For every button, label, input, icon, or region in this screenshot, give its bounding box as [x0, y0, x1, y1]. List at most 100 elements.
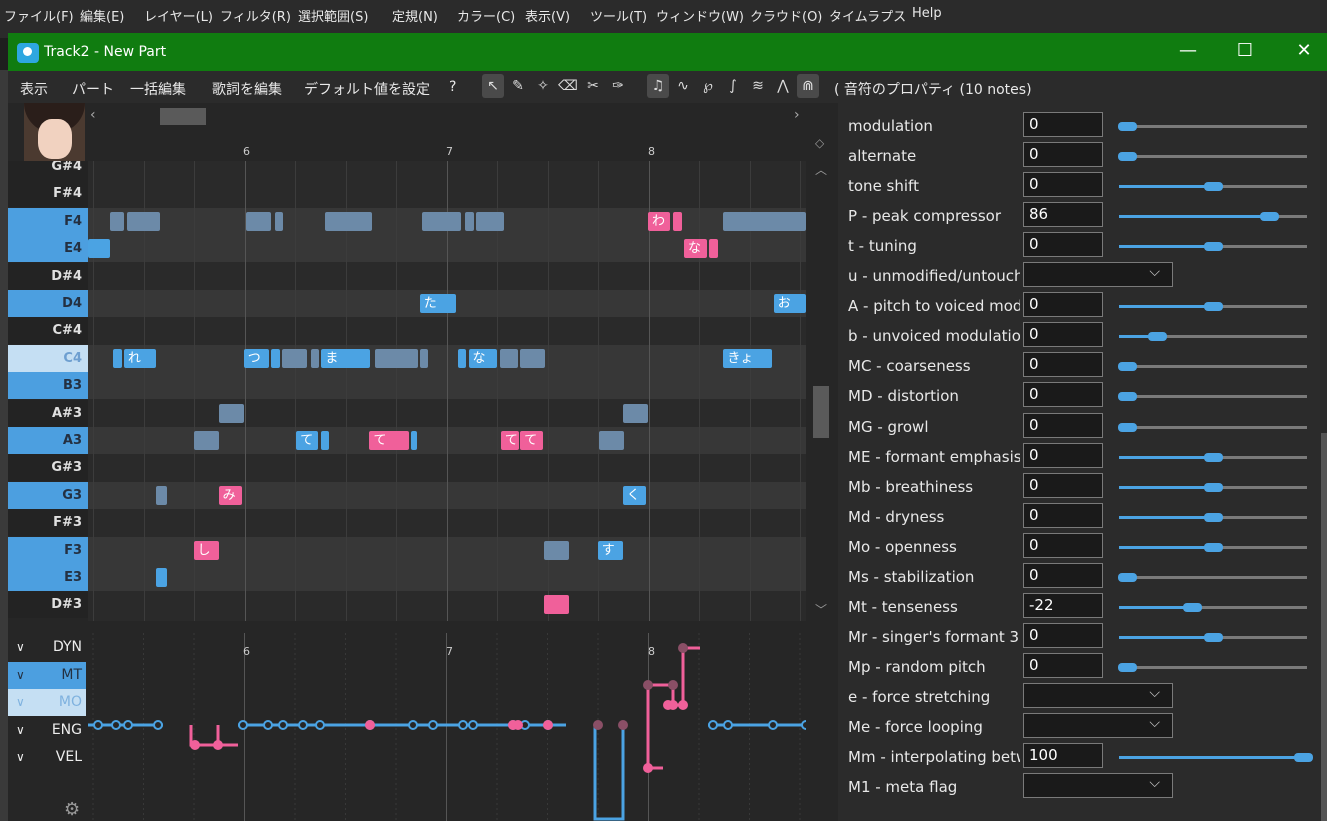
slider-knob[interactable]: [1117, 422, 1137, 432]
property-value-field[interactable]: 0: [1023, 532, 1103, 558]
note[interactable]: [464, 211, 474, 231]
note[interactable]: [543, 595, 570, 615]
property-slider[interactable]: [1119, 753, 1314, 763]
toolbar-menu-item[interactable]: 歌詞を編集: [212, 79, 282, 99]
diamond-icon[interactable]: ◇: [815, 136, 824, 150]
automation-curve[interactable]: 6 7 8: [88, 633, 806, 821]
slider-knob[interactable]: [1204, 512, 1223, 522]
slider-knob[interactable]: [1294, 753, 1314, 763]
control-point[interactable]: [263, 720, 273, 730]
control-point[interactable]: [663, 700, 673, 710]
property-value-field[interactable]: 86: [1023, 202, 1103, 228]
note[interactable]: [324, 211, 372, 231]
property-value-field[interactable]: 0: [1023, 502, 1103, 528]
piano-key[interactable]: G#4: [8, 161, 88, 180]
note[interactable]: [156, 485, 167, 505]
app-menu-item[interactable]: 編集(E): [80, 6, 124, 25]
property-slider[interactable]: [1119, 482, 1307, 492]
scroll-left-icon[interactable]: ‹: [90, 107, 96, 123]
slider-knob[interactable]: [1204, 452, 1223, 462]
eraser-icon[interactable]: ⌫: [557, 74, 579, 98]
property-value-field[interactable]: 0: [1023, 382, 1103, 408]
note[interactable]: て: [369, 431, 409, 450]
curve-icon[interactable]: ∫: [722, 74, 744, 98]
note[interactable]: [271, 348, 280, 368]
note[interactable]: [245, 211, 272, 231]
property-slider[interactable]: [1119, 212, 1307, 222]
toolbar-menu-item[interactable]: ?: [449, 79, 456, 95]
property-dropdown[interactable]: ⌵: [1023, 713, 1173, 738]
note[interactable]: [127, 211, 160, 231]
app-menu-item[interactable]: ファイル(F): [4, 6, 74, 25]
property-slider[interactable]: [1117, 662, 1307, 672]
note[interactable]: お: [773, 294, 806, 313]
note[interactable]: れ: [123, 348, 157, 368]
note[interactable]: み: [218, 485, 242, 505]
slider-knob[interactable]: [1204, 302, 1223, 312]
property-dropdown[interactable]: ⌵: [1023, 682, 1173, 708]
control-point[interactable]: [428, 720, 438, 730]
control-point[interactable]: [708, 720, 718, 730]
property-value-field[interactable]: 0: [1023, 112, 1103, 137]
property-slider[interactable]: [1117, 572, 1307, 582]
property-value-field[interactable]: 0: [1023, 142, 1103, 168]
control-point[interactable]: [768, 720, 778, 730]
note[interactable]: て: [296, 431, 318, 450]
property-slider[interactable]: [1119, 542, 1307, 552]
property-slider[interactable]: [1119, 182, 1307, 192]
note[interactable]: [709, 239, 718, 259]
lasso-icon[interactable]: ⋀: [772, 74, 794, 98]
singer-avatar[interactable]: [24, 103, 85, 161]
note[interactable]: [411, 431, 418, 450]
note[interactable]: [281, 348, 307, 368]
app-menu-item[interactable]: タイムラプス: [829, 6, 906, 25]
property-slider[interactable]: [1119, 302, 1307, 312]
controller-lane-eng[interactable]: ∨ ENG: [8, 717, 86, 744]
app-menu-item[interactable]: ツール(T): [590, 6, 647, 25]
chevron-down-icon[interactable]: ⌵: [1149, 715, 1160, 731]
note[interactable]: わ: [648, 211, 670, 231]
properties-scrollbar[interactable]: [1321, 433, 1327, 821]
property-value-field[interactable]: 0: [1023, 562, 1103, 588]
app-menu-item[interactable]: 選択範囲(S): [298, 6, 368, 25]
note[interactable]: [193, 431, 219, 450]
note[interactable]: [320, 431, 330, 450]
property-value-field[interactable]: 0: [1023, 442, 1103, 468]
property-value-field[interactable]: 100: [1023, 743, 1103, 769]
note[interactable]: な: [683, 239, 707, 259]
control-point[interactable]: [93, 720, 103, 730]
toolbar-menu-item[interactable]: 表示: [20, 79, 48, 99]
automation-graph[interactable]: 6 7 8: [88, 633, 806, 821]
chevron-down-icon[interactable]: ⌵: [1149, 264, 1160, 280]
piano-key[interactable]: G3: [8, 481, 88, 509]
property-slider[interactable]: [1117, 152, 1307, 162]
chevron-down-icon[interactable]: ∨: [16, 689, 25, 716]
toolbar-menu-item[interactable]: パート: [72, 79, 114, 99]
note[interactable]: [375, 348, 419, 368]
property-value-field[interactable]: 0: [1023, 232, 1103, 258]
note[interactable]: [457, 348, 467, 368]
piano-key[interactable]: D4: [8, 290, 88, 317]
control-point[interactable]: [543, 720, 553, 730]
property-value-field[interactable]: 0: [1023, 352, 1103, 378]
control-point[interactable]: [365, 720, 375, 730]
app-menu-item[interactable]: ウィンドウ(W): [656, 6, 744, 25]
note[interactable]: [419, 348, 429, 368]
slider-knob[interactable]: [1204, 542, 1223, 552]
property-slider[interactable]: [1119, 452, 1307, 462]
note[interactable]: きょ: [723, 348, 773, 368]
piano-key[interactable]: G#3: [8, 454, 88, 482]
control-point[interactable]: [238, 720, 248, 730]
property-dropdown[interactable]: ⌵: [1023, 773, 1173, 799]
control-point[interactable]: [668, 680, 678, 690]
horizontal-scrollbar[interactable]: ‹ ›: [88, 105, 808, 127]
piano-key[interactable]: F#3: [8, 509, 88, 537]
property-value-field[interactable]: 0: [1023, 322, 1103, 348]
control-point[interactable]: [278, 720, 288, 730]
control-point[interactable]: [468, 720, 478, 730]
brush-icon[interactable]: ✑: [607, 74, 629, 98]
chevron-down-icon[interactable]: ⌵: [1149, 775, 1160, 791]
chevron-down-icon[interactable]: ∨: [16, 744, 25, 771]
magic-wand-icon[interactable]: ✧: [532, 74, 554, 98]
note[interactable]: [500, 348, 519, 368]
